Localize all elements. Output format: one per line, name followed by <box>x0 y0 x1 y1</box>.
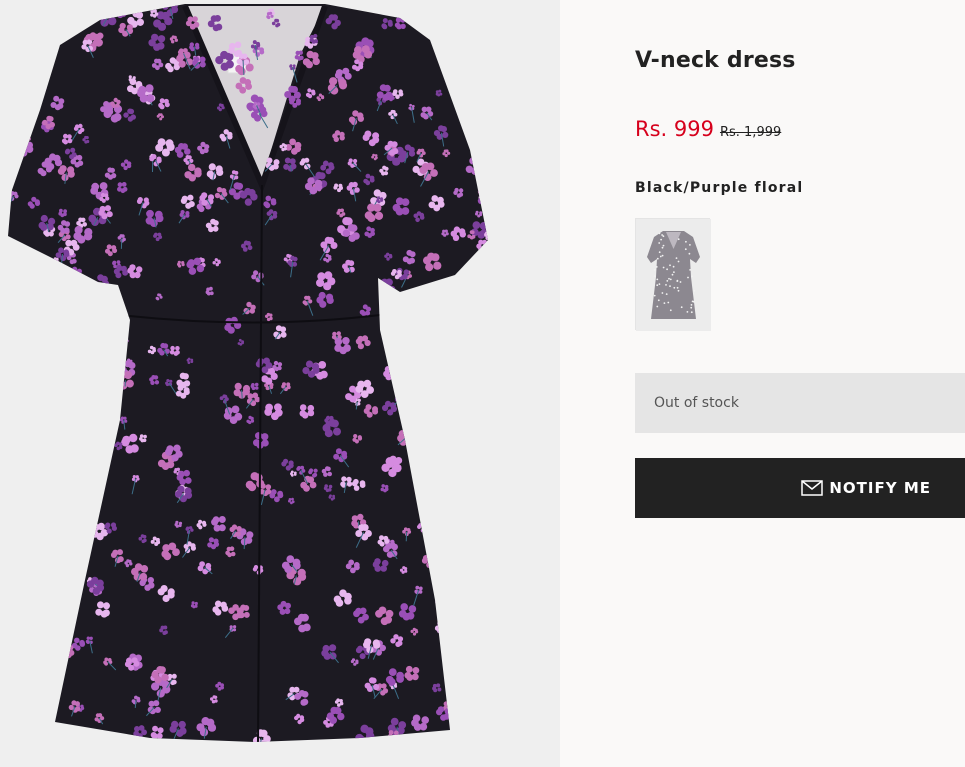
sale-price: Rs. 999 <box>635 117 714 141</box>
stock-status: Out of stock <box>635 373 965 433</box>
color-name: Black/Purple floral <box>635 180 804 196</box>
notify-me-label: NOTIFY ME <box>829 479 931 497</box>
original-price: Rs. 1,999 <box>719 125 782 140</box>
dress-photo <box>0 0 560 767</box>
price-row: Rs. 999 Rs. 1,999 <box>635 117 781 141</box>
notify-me-button[interactable]: NOTIFY ME <box>635 458 965 518</box>
envelope-icon <box>801 480 824 496</box>
product-title: V-neck dress <box>635 48 796 73</box>
stock-status-label: Out of stock <box>654 395 739 411</box>
color-swatch-black-purple-floral[interactable] <box>635 218 711 331</box>
product-details: V-neck dress Rs. 999 Rs. 1,999 Black/Pur… <box>560 0 965 767</box>
product-image[interactable] <box>0 0 560 767</box>
swatch-thumbnail <box>636 219 711 331</box>
